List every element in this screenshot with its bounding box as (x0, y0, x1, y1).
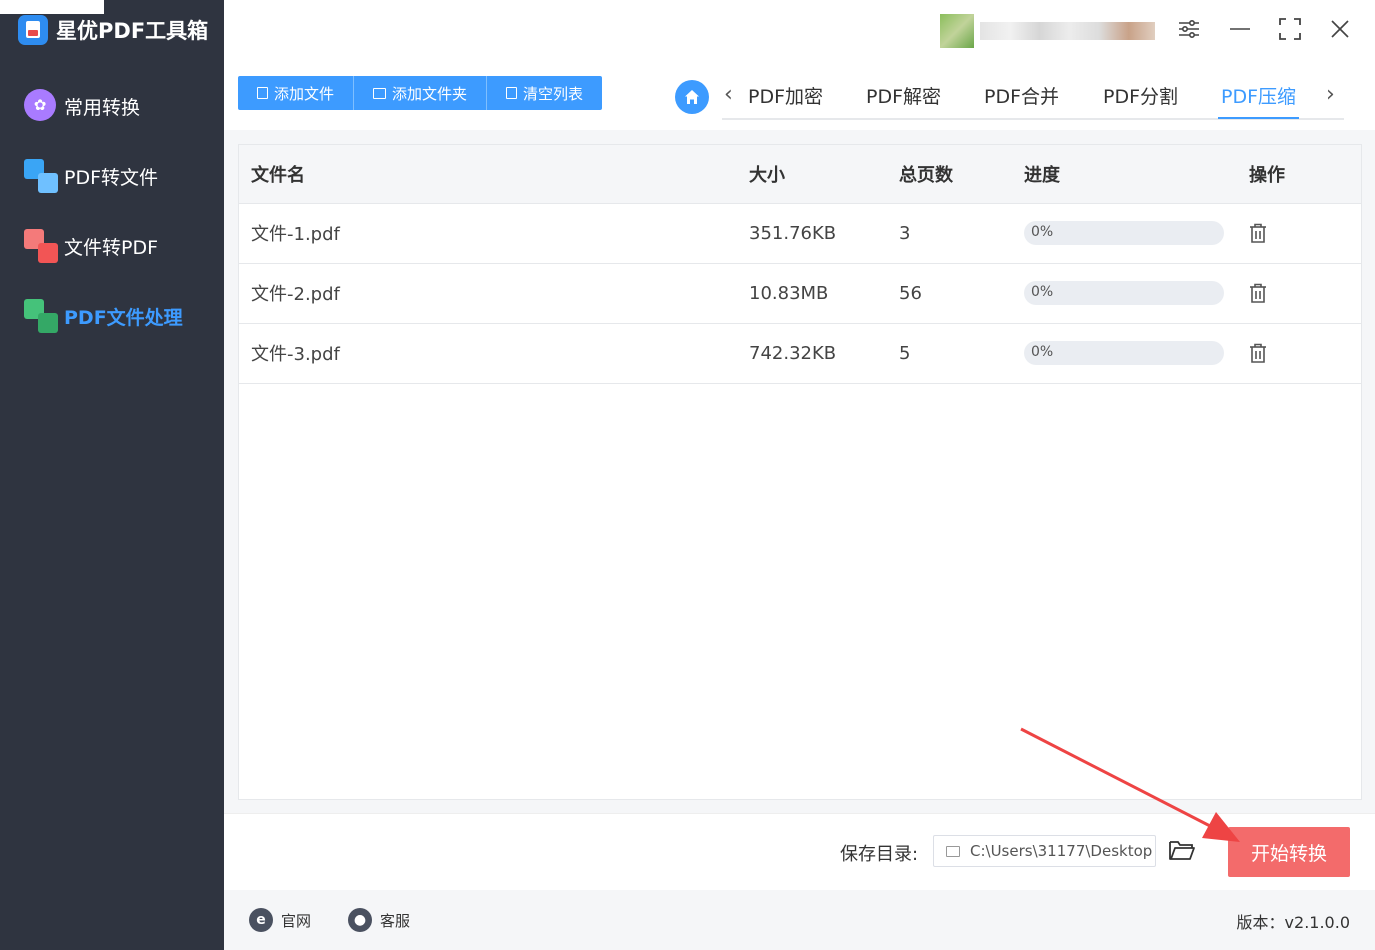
page-count: 56 (899, 282, 922, 304)
settings-icon[interactable] (1176, 16, 1202, 42)
progress-bar: 0% (1024, 341, 1224, 365)
support-link[interactable]: ● 客服 (348, 908, 410, 932)
table-row: 文件-2.pdf 10.83MB 56 0% (239, 263, 1361, 324)
progress-text: 0% (1031, 224, 1054, 240)
clear-list-label: 清空列表 (523, 84, 584, 103)
file-name: 文件-2.pdf (251, 284, 340, 305)
username-blurred (980, 22, 1155, 40)
file-to-pdf-icon (24, 229, 58, 263)
progress-bar: 0% (1024, 281, 1224, 305)
add-folder-label: 添加文件夹 (392, 84, 468, 103)
sidebar-item-label: 常用转换 (64, 96, 141, 119)
header-action: 操作 (1249, 165, 1285, 186)
sidebar-item-pdf-to-file[interactable]: PDF转文件 (24, 158, 158, 194)
delete-icon[interactable] (1249, 343, 1267, 363)
bottom-bar: 保存目录: C:\Users\31177\Desktop 开始转换 (224, 813, 1375, 890)
folder-icon (946, 845, 960, 857)
apps-icon: ✿ (24, 89, 58, 123)
file-icon (257, 87, 268, 99)
tool-tabs: ‹ PDF加密 PDF解密 PDF合并 PDF分割 PDF压缩 › (722, 76, 1344, 120)
add-file-label: 添加文件 (274, 84, 335, 103)
browser-icon: e (249, 908, 273, 932)
file-size: 351.76KB (749, 222, 837, 244)
file-name: 文件-1.pdf (251, 224, 340, 245)
maximize-icon[interactable] (1277, 16, 1303, 42)
support-label: 客服 (380, 911, 411, 930)
tab-pdf-compress[interactable]: PDF压缩 (1218, 82, 1300, 119)
close-icon[interactable] (1327, 16, 1353, 42)
sidebar-item-label: PDF转文件 (64, 166, 159, 189)
app-logo-icon (18, 15, 48, 45)
progress-cell: 0% (1024, 263, 1224, 323)
action-cell (1249, 203, 1267, 263)
file-name: 文件-3.pdf (251, 344, 340, 365)
folder-icon (373, 87, 387, 99)
page-count: 5 (899, 342, 911, 364)
clear-list-button[interactable]: 清空列表 (487, 76, 602, 110)
file-size: 742.32KB (749, 342, 837, 364)
table-row: 文件-3.pdf 742.32KB 5 0% (239, 323, 1361, 384)
footer: e 官网 ● 客服 版本：v2.1.0.0 (224, 890, 1375, 950)
sidebar-item-common-convert[interactable]: ✿ 常用转换 (24, 88, 140, 124)
minimize-icon[interactable] (1227, 16, 1253, 42)
progress-text: 0% (1031, 284, 1054, 300)
app-title-text: 星优PDF工具箱 (56, 19, 209, 43)
file-table: 文件名 大小 总页数 进度 操作 文件-1.pdf 351.76KB 3 0% … (238, 144, 1362, 800)
version-text: 版本：v2.1.0.0 (1236, 913, 1350, 932)
save-path-text: C:\Users\31177\Desktop (970, 842, 1153, 860)
sidebar: 星优PDF工具箱 ✿ 常用转换 PDF转文件 文件转PDF PDF文件处理 (0, 0, 224, 950)
delete-icon[interactable] (1249, 223, 1267, 243)
chat-icon: ● (348, 908, 372, 932)
header-name: 文件名 (251, 165, 305, 186)
website-link[interactable]: e 官网 (249, 908, 311, 932)
save-path-field[interactable]: C:\Users\31177\Desktop (933, 835, 1156, 867)
open-folder-icon[interactable] (1168, 838, 1196, 864)
header-pages: 总页数 (899, 165, 953, 186)
start-convert-button[interactable]: 开始转换 (1228, 827, 1350, 877)
action-cell (1249, 323, 1267, 383)
website-label: 官网 (281, 911, 312, 930)
file-toolbar: 添加文件 添加文件夹 清空列表 (238, 76, 603, 110)
home-button[interactable] (675, 80, 709, 114)
tab-pdf-encrypt[interactable]: PDF加密 (748, 82, 823, 117)
tab-pdf-decrypt[interactable]: PDF解密 (866, 82, 941, 117)
save-dir-label: 保存目录: (840, 844, 919, 865)
progress-cell: 0% (1024, 323, 1224, 383)
tab-pdf-merge[interactable]: PDF合并 (984, 82, 1059, 117)
sidebar-item-file-to-pdf[interactable]: 文件转PDF (24, 228, 158, 264)
progress-bar: 0% (1024, 221, 1224, 245)
chevron-left-icon[interactable]: ‹ (724, 82, 733, 107)
chevron-right-icon[interactable]: › (1326, 82, 1335, 107)
action-cell (1249, 263, 1267, 323)
tab-pdf-split[interactable]: PDF分割 (1103, 82, 1178, 117)
add-file-button[interactable]: 添加文件 (238, 76, 355, 110)
page-count: 3 (899, 222, 911, 244)
progress-text: 0% (1031, 344, 1054, 360)
table-row: 文件-1.pdf 351.76KB 3 0% (239, 203, 1361, 264)
header-size: 大小 (749, 165, 785, 186)
pdf-process-icon (24, 299, 58, 333)
avatar[interactable] (940, 14, 974, 48)
home-icon (685, 90, 699, 104)
sidebar-item-label: 文件转PDF (64, 236, 159, 259)
table-header: 文件名 大小 总页数 进度 操作 (239, 145, 1361, 204)
sidebar-item-label: PDF文件处理 (64, 306, 183, 329)
header-progress: 进度 (1024, 165, 1060, 186)
progress-cell: 0% (1024, 203, 1224, 263)
app-title: 星优PDF工具箱 (18, 12, 208, 48)
file-size: 10.83MB (749, 282, 829, 304)
trash-icon (506, 87, 518, 99)
add-folder-button[interactable]: 添加文件夹 (354, 76, 488, 110)
sidebar-item-pdf-process[interactable]: PDF文件处理 (24, 298, 183, 334)
delete-icon[interactable] (1249, 283, 1267, 303)
pdf-to-file-icon (24, 159, 58, 193)
